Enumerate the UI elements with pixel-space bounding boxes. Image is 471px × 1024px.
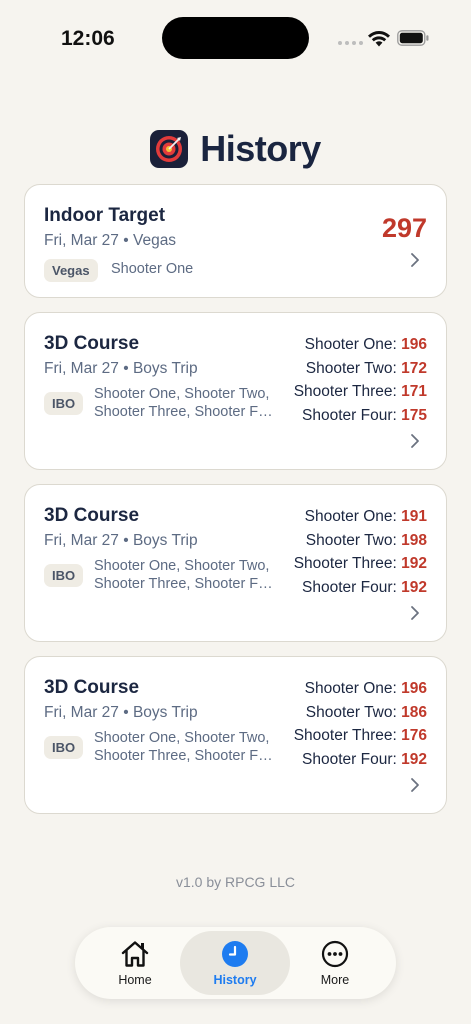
card-title: Indoor Target	[44, 205, 166, 226]
card-subtitle: Fri, Mar 27 • Boys Trip	[44, 532, 198, 549]
status-bar: 12:06	[0, 0, 471, 70]
shooter-names: Shooter One, Shooter Two, Shooter Three,…	[94, 730, 279, 764]
card-subtitle: Fri, Mar 27 • Boys Trip	[44, 360, 198, 377]
tab-home[interactable]: Home	[80, 931, 190, 995]
clock-icon	[222, 940, 248, 967]
score-row: Shooter Three: 176	[293, 727, 427, 744]
score-row: Shooter One: 196	[304, 336, 427, 353]
page-title: History	[200, 128, 321, 169]
score-row: Shooter Four: 192	[302, 578, 427, 596]
tab-more[interactable]: More	[280, 931, 390, 995]
ellipsis-circle-icon	[321, 940, 349, 967]
scoring-badge: IBO	[44, 564, 84, 587]
wifi-icon	[368, 31, 390, 47]
tab-more-label: More	[320, 972, 350, 987]
score-row: Shooter Three: 171	[293, 383, 427, 400]
score-row: Shooter Four: 192	[302, 750, 427, 768]
tab-bar: Home History More	[75, 927, 396, 999]
card-title: 3D Course	[44, 505, 140, 526]
scoring-badge: IBO	[44, 736, 84, 759]
scoring-badge: IBO	[44, 392, 84, 415]
chevron-right-icon	[411, 778, 419, 792]
chevron-right-icon	[411, 434, 419, 448]
shooter-scores: Shooter One: 196 Shooter Two: 172 Shoote…	[294, 333, 427, 427]
total-score: 297	[381, 213, 427, 243]
cellular-signal-icon	[338, 41, 363, 45]
history-card-indoor-target[interactable]: Indoor Target Fri, Mar 27 • Vegas Vegas …	[24, 184, 447, 298]
tab-home-label: Home	[118, 972, 152, 987]
battery-icon	[397, 30, 429, 46]
card-title: 3D Course	[44, 677, 140, 698]
shooter-scores: Shooter One: 191 Shooter Two: 198 Shoote…	[294, 505, 427, 599]
dynamic-island	[162, 17, 309, 59]
page-header: History	[0, 128, 471, 170]
score-row: Shooter Three: 192	[293, 555, 427, 572]
history-card-3d-course[interactable]: 3D Course Fri, Mar 27 • Boys Trip IBO Sh…	[24, 656, 447, 814]
score-row: Shooter Two: 198	[305, 531, 427, 549]
score-row: Shooter Four: 175	[302, 406, 427, 424]
chevron-right-icon	[411, 253, 419, 267]
score-row: Shooter Two: 186	[305, 703, 427, 721]
shooter-names: Shooter One, Shooter Two, Shooter Three,…	[94, 386, 279, 420]
history-card-3d-course[interactable]: 3D Course Fri, Mar 27 • Boys Trip IBO Sh…	[24, 484, 447, 642]
card-subtitle: Fri, Mar 27 • Vegas	[44, 232, 177, 249]
tab-history-label: History	[213, 972, 257, 987]
shooter-names: Shooter One	[111, 261, 194, 277]
shooter-scores: Shooter One: 196 Shooter Two: 186 Shoote…	[294, 677, 427, 771]
score-row: Shooter Two: 172	[305, 359, 427, 377]
chevron-right-icon	[411, 606, 419, 620]
score-row: Shooter One: 191	[304, 508, 427, 525]
history-card-3d-course[interactable]: 3D Course Fri, Mar 27 • Boys Trip IBO Sh…	[24, 312, 447, 470]
archery-target-icon	[150, 130, 189, 168]
version-label: v1.0 by RPCG LLC	[175, 874, 296, 890]
card-subtitle: Fri, Mar 27 • Boys Trip	[44, 704, 198, 721]
score-row: Shooter One: 196	[304, 680, 427, 697]
status-time: 12:06	[61, 27, 115, 50]
scoring-badge: Vegas	[44, 259, 98, 282]
house-icon	[121, 940, 149, 967]
card-title: 3D Course	[44, 333, 140, 354]
shooter-names: Shooter One, Shooter Two, Shooter Three,…	[94, 558, 279, 592]
tab-history[interactable]: History	[180, 931, 290, 995]
